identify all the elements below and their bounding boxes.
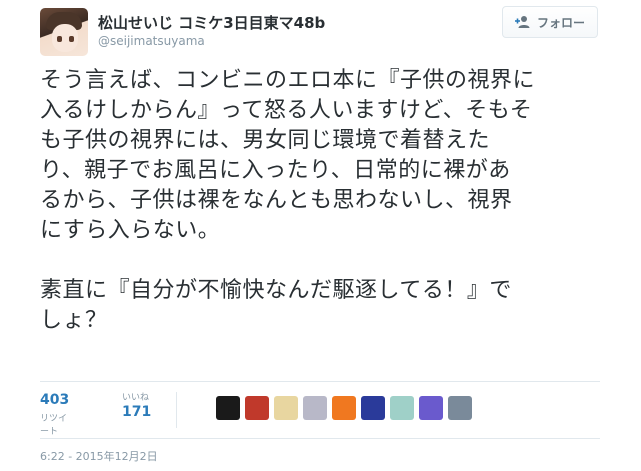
divider-bottom <box>40 438 600 439</box>
user-avatar[interactable] <box>40 8 88 56</box>
stats-separator <box>176 392 177 428</box>
follow-user-plus-icon <box>514 15 531 29</box>
avatar-eye-left <box>57 36 62 42</box>
favoriter-avatar-5[interactable] <box>332 396 356 420</box>
favorite-count-value: 171 <box>122 404 152 420</box>
favoriter-avatar-1[interactable] <box>216 396 240 420</box>
tweet-timestamp[interactable]: 6:22 - 2015年12月2日 <box>40 448 158 464</box>
tweet-text: そう言えば、コンビニのエロ本に『子供の視界に 入るけしからん』って怒る人いますけ… <box>40 68 536 333</box>
retweet-count[interactable]: 403 リツイート <box>40 390 69 437</box>
favoriter-avatar-3[interactable] <box>274 396 298 420</box>
follow-button-label: フォロー <box>536 15 585 30</box>
follow-button[interactable]: フォロー <box>502 6 598 38</box>
favoriter-avatar-6[interactable] <box>361 396 385 420</box>
screen-name[interactable]: @seijimatsuyama <box>98 34 205 48</box>
display-name[interactable]: 松山せいじ コミケ3日目東マ48b <box>98 12 325 33</box>
favoriter-avatar-8[interactable] <box>419 396 443 420</box>
favorite-count-label: いいね <box>122 393 150 403</box>
avatar-face <box>52 24 78 52</box>
retweet-count-value: 403 <box>40 392 70 408</box>
favoriter-avatars <box>216 396 472 420</box>
avatar-eye-right <box>69 36 74 42</box>
favoriter-avatar-9[interactable] <box>448 396 472 420</box>
favorite-count[interactable]: いいね 171 <box>122 390 151 420</box>
favoriter-avatar-4[interactable] <box>303 396 327 420</box>
divider-top <box>40 381 600 382</box>
favoriter-avatar-2[interactable] <box>245 396 269 420</box>
tweet-header: 松山せいじ コミケ3日目東マ48b @seijimatsuyama フォロー <box>40 6 640 58</box>
retweet-count-label: リツイート <box>40 414 68 437</box>
favoriter-avatar-7[interactable] <box>390 396 414 420</box>
